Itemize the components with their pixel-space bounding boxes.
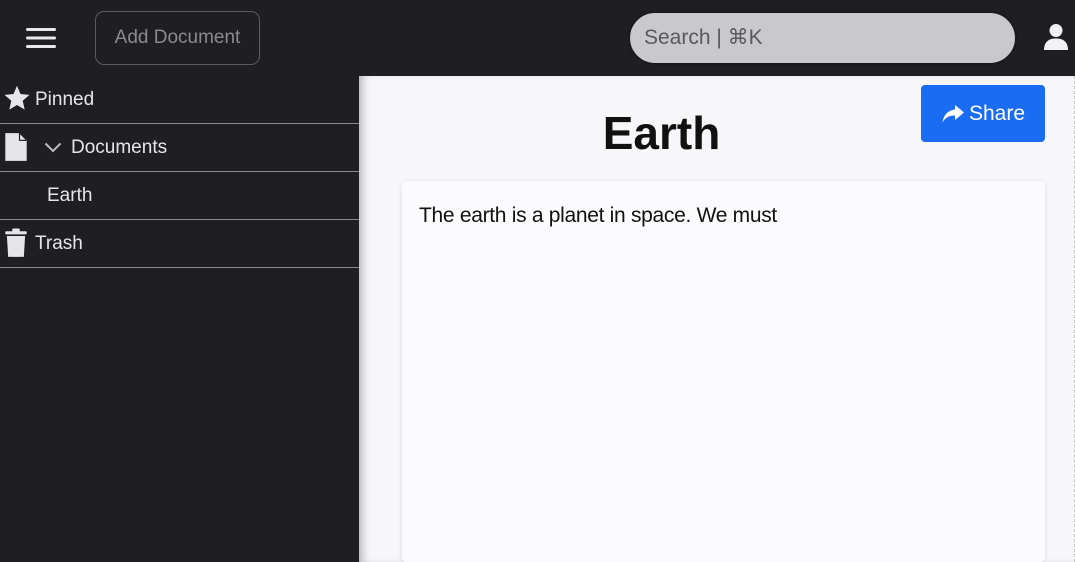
sidebar-item-label: Trash [35, 232, 83, 254]
add-document-button[interactable]: Add Document [95, 11, 260, 65]
star-icon [4, 85, 30, 110]
search-input[interactable] [628, 11, 1017, 65]
share-button[interactable]: Share [921, 85, 1045, 142]
trash-icon [5, 228, 27, 257]
sidebar: Pinned Documents Earth Trash [0, 76, 359, 562]
sidebar-item-documents[interactable]: Documents [0, 124, 359, 172]
document-icon [5, 133, 27, 161]
hamburger-menu-icon [26, 28, 56, 48]
menu-button[interactable] [22, 24, 60, 52]
user-account-button[interactable] [1043, 23, 1069, 51]
app-window: Add Document Pinned Documents [0, 0, 1075, 562]
top-bar: Add Document [0, 0, 1075, 76]
sidebar-item-trash[interactable]: Trash [0, 220, 359, 268]
sidebar-item-label: Earth [47, 184, 93, 206]
sidebar-item-earth[interactable]: Earth [0, 172, 359, 220]
page-title: Earth [602, 107, 721, 159]
sidebar-item-label: Pinned [35, 88, 95, 110]
share-button-label: Share [968, 101, 1026, 125]
document-view: Earth Share The earth is a planet in spa… [359, 76, 1075, 562]
sidebar-item-label: Documents [71, 136, 168, 158]
document-editor[interactable]: The earth is a planet in space. We must [402, 181, 1045, 562]
share-arrow-icon [942, 104, 964, 122]
document-body-text: The earth is a planet in space. We must [419, 204, 777, 227]
chevron-down-icon[interactable] [44, 142, 62, 153]
user-icon [1044, 24, 1068, 50]
sidebar-item-pinned[interactable]: Pinned [0, 76, 359, 124]
